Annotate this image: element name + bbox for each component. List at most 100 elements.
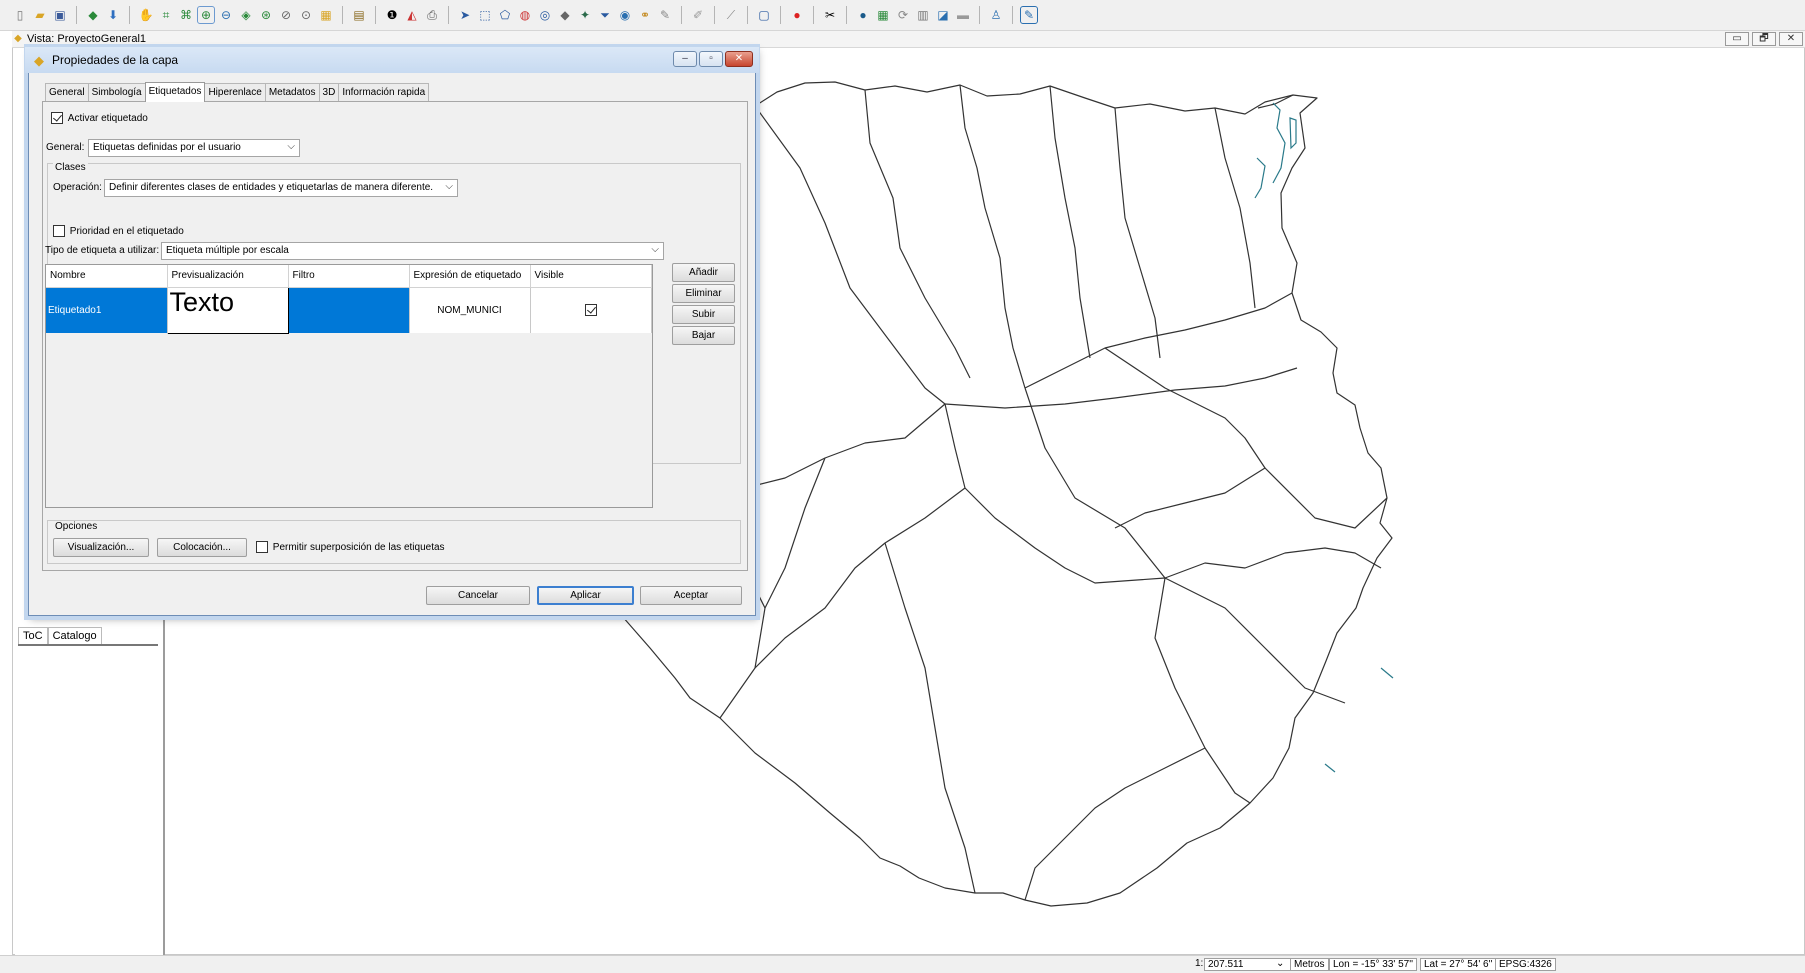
user-icon[interactable]: ♙	[987, 6, 1005, 24]
zoom-select-icon[interactable]: ⊛	[257, 6, 275, 24]
dialog-titlebar[interactable]: ◆ Propiedades de la capa – ▫ ✕	[25, 47, 759, 73]
municipal-boundary	[944, 367, 1298, 409]
pan-hand-icon[interactable]: ✋	[137, 6, 155, 24]
priority-check[interactable]	[53, 225, 65, 237]
visualization-button[interactable]: Visualización...	[53, 538, 149, 557]
priority-checkbox[interactable]: Prioridad en el etiquetado	[53, 225, 184, 237]
column-header-nombre[interactable]: Nombre	[46, 265, 168, 288]
full-extent-icon[interactable]: ⌗	[157, 6, 175, 24]
add-layer-icon[interactable]: ◆	[84, 6, 102, 24]
dialog-minimize-button[interactable]: –	[673, 51, 697, 67]
globe-icon[interactable]: ◉	[616, 6, 634, 24]
export-icon[interactable]: ⬇	[104, 6, 122, 24]
table-icon[interactable]: ▤	[350, 6, 368, 24]
new-document-icon[interactable]: ▯	[11, 6, 29, 24]
window-icon[interactable]: ▢	[755, 6, 773, 24]
edit-node-icon[interactable]: ✦	[576, 6, 594, 24]
apply-button[interactable]: Aplicar	[537, 586, 634, 605]
operation-select[interactable]: Definir diferentes clases de entidades y…	[104, 179, 458, 197]
graph-icon[interactable]: ⟋	[722, 6, 740, 24]
zoom-next-icon[interactable]: ⊙	[297, 6, 315, 24]
general-select[interactable]: Etiquetas definidas por el usuario ⌵	[88, 139, 300, 157]
filter-funnel-icon[interactable]: ⏷	[596, 6, 614, 24]
select-rect-icon[interactable]: ⬚	[476, 6, 494, 24]
move-down-button[interactable]: Bajar	[672, 326, 735, 345]
dialog-close-button[interactable]: ✕	[725, 51, 753, 67]
zoom-layer-icon[interactable]: ◈	[237, 6, 255, 24]
open-folder-icon[interactable]: ▰	[31, 6, 49, 24]
operation-select-value: Definir diferentes clases de entidades y…	[109, 182, 434, 193]
select-point-icon[interactable]: ◎	[536, 6, 554, 24]
color-icon[interactable]: ◪	[934, 6, 952, 24]
edit-vertex-icon[interactable]: ◆	[556, 6, 574, 24]
user-toolbar-group: ♙	[986, 6, 1006, 24]
cell-nombre[interactable]: Etiquetado1	[46, 287, 168, 333]
globe-dark-icon[interactable]: ●	[854, 6, 872, 24]
cell-preview[interactable]: Texto	[166, 286, 289, 334]
zoom-prev-icon[interactable]: ⊘	[277, 6, 295, 24]
column-header-expresion[interactable]: Expresión de etiquetado	[409, 265, 531, 288]
close-button[interactable]: ✕	[1779, 32, 1803, 46]
cell-expresion[interactable]: NOM_MUNICI	[409, 287, 531, 333]
zoom-in-icon[interactable]: ⊕	[197, 6, 215, 24]
info-red-icon[interactable]: ●	[788, 6, 806, 24]
select-polygon-icon[interactable]: ⬠	[496, 6, 514, 24]
zoom-out-icon[interactable]: ⊖	[217, 6, 235, 24]
grid-icon[interactable]: ▦	[874, 6, 892, 24]
save-disk-icon[interactable]: ▣	[51, 6, 69, 24]
main-toolbar: ▯ ▰ ▣ ◆ ⬇ ✋ ⌗ ⌘ ⊕ ⊖ ◈ ⊛ ⊘ ⊙ ▦ ▤ ❶ ◭ ⎙ ➤ …	[0, 0, 1805, 31]
minimize-button[interactable]: ▭	[1725, 32, 1749, 46]
tab-informacion-rapida[interactable]: Información rapida	[338, 83, 430, 102]
column-header-filtro[interactable]: Filtro	[288, 265, 410, 288]
column-header-visible[interactable]: Visible	[530, 265, 652, 288]
overlap-check[interactable]	[256, 541, 268, 553]
overlap-checkbox[interactable]: Permitir superposición de las etiquetas	[256, 541, 445, 553]
placement-button[interactable]: Colocación...	[157, 538, 247, 557]
cancel-button[interactable]: Cancelar	[426, 586, 530, 605]
layer-props-icon[interactable]: ▦	[317, 6, 335, 24]
select-circle-icon[interactable]: ◍	[516, 6, 534, 24]
info-icon[interactable]: ❶	[383, 6, 401, 24]
tab-toc[interactable]: ToC	[18, 627, 48, 644]
zoom-extent-icon[interactable]: ⌘	[177, 6, 195, 24]
cell-filtro[interactable]	[288, 287, 410, 333]
scale-chevron-down-icon[interactable]: ⌄	[1276, 958, 1284, 969]
print-icon[interactable]: ⎙	[423, 6, 441, 24]
link-icon[interactable]: ⚭	[636, 6, 654, 24]
clear-icon[interactable]: ✎	[656, 6, 674, 24]
tab-3d[interactable]: 3D	[318, 83, 340, 102]
tab-etiquetados[interactable]: Etiquetados	[144, 82, 206, 102]
visible-checkbox[interactable]	[584, 304, 597, 317]
select-arrow-icon[interactable]: ➤	[456, 6, 474, 24]
delete-button[interactable]: Eliminar	[672, 284, 735, 303]
move-up-button[interactable]: Subir	[672, 305, 735, 324]
longitude-readout: Lon = -15° 33' 57''	[1329, 958, 1418, 971]
tools-icon[interactable]: ✂	[821, 6, 839, 24]
refresh-icon[interactable]: ⟳	[894, 6, 912, 24]
table-row[interactable]: Etiquetado1 Texto NOM_MUNICI	[46, 286, 652, 334]
cell-visible[interactable]	[530, 287, 652, 333]
tab-hiperenlace[interactable]: Hiperenlace	[204, 83, 266, 102]
cad-icon[interactable]: ✐	[689, 6, 707, 24]
edit-icon[interactable]: ✎	[1020, 6, 1038, 24]
add-button[interactable]: Añadir	[672, 263, 735, 282]
column-header-previsualizacion[interactable]: Previsualización	[167, 265, 289, 288]
tab-simbologia[interactable]: Simbología	[87, 83, 146, 102]
db-icon[interactable]: ▥	[914, 6, 932, 24]
dialog-maximize-button[interactable]: ▫	[699, 51, 723, 67]
tab-catalogo[interactable]: Catalogo	[47, 627, 102, 644]
activate-labeling-checkbox[interactable]: Activar etiquetado	[51, 112, 148, 124]
toolbar-separator	[780, 6, 781, 24]
measure-icon[interactable]: ◭	[403, 6, 421, 24]
tab-metadatos[interactable]: Metadatos	[264, 83, 320, 102]
label-classes-table[interactable]: Nombre Previsualización Filtro Expresión…	[45, 264, 653, 508]
tab-general[interactable]: General	[45, 83, 89, 102]
restore-button[interactable]: 🗗	[1752, 32, 1776, 46]
label-type-select[interactable]: Etiqueta múltiple por escala ⌵	[161, 242, 664, 260]
municipal-boundary	[944, 403, 1166, 584]
panel-icon[interactable]: ▬	[954, 6, 972, 24]
table-header-row: Nombre Previsualización Filtro Expresión…	[46, 265, 652, 288]
navigation-toolbar-group: ✋ ⌗ ⌘ ⊕ ⊖ ◈ ⊛ ⊘ ⊙ ▦	[136, 6, 336, 24]
activate-labeling-check[interactable]	[51, 112, 63, 124]
accept-button[interactable]: Aceptar	[640, 586, 742, 605]
